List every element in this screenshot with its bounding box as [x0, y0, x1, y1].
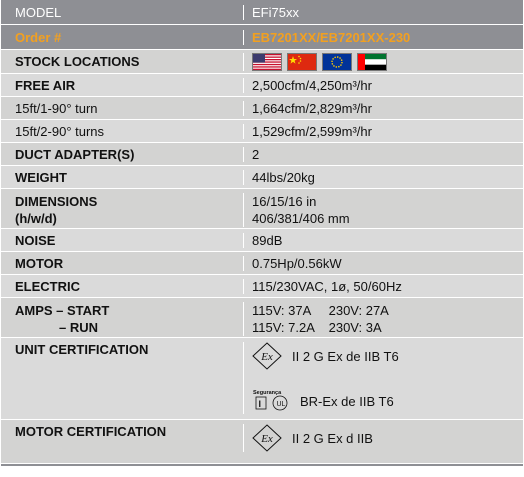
free-air-label: FREE AIR: [15, 77, 76, 93]
stock-label: STOCK LOCATIONS: [15, 54, 140, 69]
svg-text:I: I: [259, 399, 262, 409]
unit-cert-label: UNIT CERTIFICATION: [15, 342, 149, 357]
amps-label: AMPS – START – RUN: [1, 302, 243, 336]
model-value: EFi75xx: [243, 4, 523, 20]
noise-row: NOISE 89dB: [1, 229, 523, 252]
svg-text:Ex: Ex: [260, 351, 273, 363]
duct-value: 2: [243, 146, 523, 162]
uae-flag-icon: [357, 52, 387, 71]
turn1-row: 15ft/1-90° turn 1,664cfm/2,829m³/hr: [1, 97, 523, 120]
dimensions-label-line2: (h/w/d): [15, 211, 57, 226]
noise-label: NOISE: [15, 232, 56, 248]
unit-cert-value: Ex II 2 G Ex de IIB T6 Segurança I UL BR…: [243, 342, 523, 414]
model-row: MODEL EFi75xx: [1, 0, 523, 25]
motor-label: MOTOR: [15, 255, 64, 271]
electric-value: 115/230VAC, 1ø, 50/60Hz: [243, 278, 523, 294]
weight-value: 44lbs/20kg: [243, 169, 523, 185]
order-value: EB7201XX/EB7201XX-230: [243, 29, 523, 45]
electric-label: ELECTRIC: [15, 278, 80, 294]
amps-row: AMPS – START – RUN 115V: 37A 230V: 27A 1…: [1, 298, 523, 338]
amps-value-start: 115V: 37A 230V: 27A: [252, 303, 389, 318]
free-air-value: 2,500cfm/4,250m³/hr: [243, 77, 523, 93]
amps-value-run: 115V: 7.2A 230V: 3A: [252, 320, 382, 335]
order-row: Order # EB7201XX/EB7201XX-230: [1, 25, 523, 50]
amps-value: 115V: 37A 230V: 27A 115V: 7.2A 230V: 3A: [243, 302, 523, 336]
motor-cert-row: MOTOR CERTIFICATION Ex II 2 G Ex d IIB: [1, 420, 523, 464]
electric-row: ELECTRIC 115/230VAC, 1ø, 50/60Hz: [1, 275, 523, 298]
dimensions-value-line2: 406/381/406 mm: [252, 211, 350, 226]
china-flag-icon: [287, 52, 317, 71]
motor-cert-label: MOTOR CERTIFICATION: [15, 424, 167, 439]
free-air-row: FREE AIR 2,500cfm/4,250m³/hr: [1, 74, 523, 97]
order-label: Order #: [15, 29, 62, 45]
turn2-value: 1,529cfm/2,599m³/hr: [243, 123, 523, 139]
dimensions-value: 16/15/16 in 406/381/406 mm: [243, 193, 523, 227]
turn2-row: 15ft/2-90° turns 1,529cfm/2,599m³/hr: [1, 120, 523, 143]
amps-label-run: – RUN: [59, 320, 99, 335]
motor-value: 0.75Hp/0.56kW: [243, 255, 523, 271]
weight-row: WEIGHT 44lbs/20kg: [1, 166, 523, 189]
unit-cert-row: UNIT CERTIFICATION Ex II 2 G Ex de IIB T…: [1, 338, 523, 420]
unit-cert-ex-text: II 2 G Ex de IIB T6: [292, 348, 399, 364]
stock-flags: [243, 52, 523, 71]
amps-label-start: AMPS – START: [15, 303, 110, 318]
duct-label: DUCT ADAPTER(S): [15, 146, 135, 162]
svg-text:UL: UL: [277, 401, 286, 408]
model-label: MODEL: [15, 4, 62, 20]
inmetro-seguranca-icon: Segurança I UL: [253, 390, 288, 411]
noise-value: 89dB: [243, 232, 523, 248]
weight-label: WEIGHT: [15, 169, 67, 185]
stock-row: STOCK LOCATIONS: [1, 50, 523, 74]
turn2-label: 15ft/2-90° turns: [15, 123, 105, 139]
eu-flag-icon: [322, 52, 352, 71]
unit-cert-seg-text: BR-Ex de IIB T6: [300, 393, 394, 409]
dimensions-value-line1: 16/15/16 in: [252, 194, 317, 209]
dimensions-label-line1: DIMENSIONS: [15, 194, 98, 209]
svg-text:Ex: Ex: [260, 433, 273, 445]
motor-row: MOTOR 0.75Hp/0.56kW: [1, 252, 523, 275]
motor-cert-ex-text: II 2 G Ex d IIB: [292, 430, 373, 446]
turn1-value: 1,664cfm/2,829m³/hr: [243, 100, 523, 116]
svg-text:Segurança: Segurança: [253, 390, 282, 396]
dimensions-label: DIMENSIONS (h/w/d): [1, 193, 243, 227]
us-flag-icon: [252, 52, 282, 71]
spec-table: MODEL EFi75xx Order # EB7201XX/EB7201XX-…: [1, 0, 523, 466]
dimensions-row: DIMENSIONS (h/w/d) 16/15/16 in 406/381/4…: [1, 189, 523, 229]
atex-ex-icon: Ex: [252, 342, 282, 370]
duct-row: DUCT ADAPTER(S) 2: [1, 143, 523, 166]
turn1-label: 15ft/1-90° turn: [15, 100, 98, 116]
atex-ex-icon: Ex: [252, 424, 282, 452]
table-bottom-border: [1, 464, 523, 466]
motor-cert-value: Ex II 2 G Ex d IIB: [243, 424, 523, 452]
